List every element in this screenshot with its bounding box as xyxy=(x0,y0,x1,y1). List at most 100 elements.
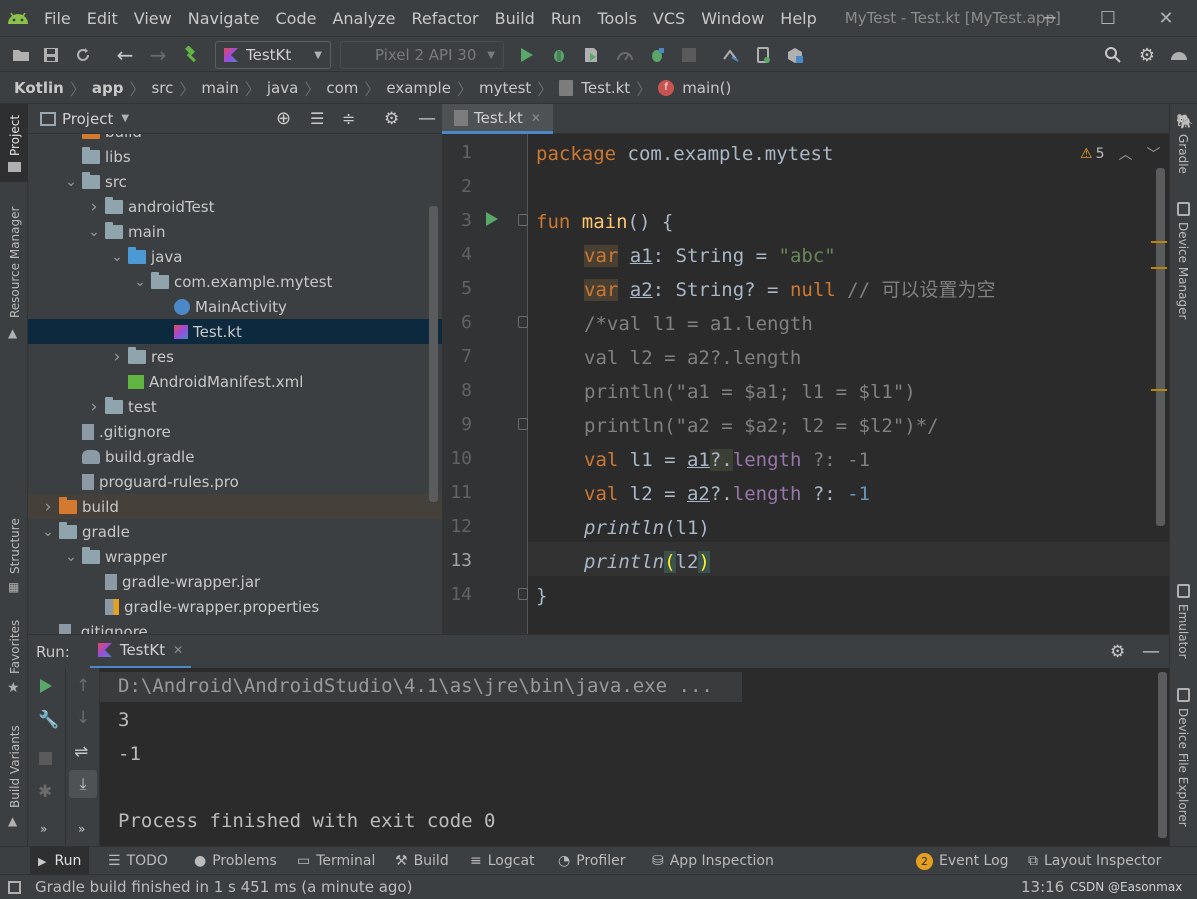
breadcrumb-mytest[interactable]: mytest xyxy=(475,79,535,97)
run-icon[interactable] xyxy=(514,42,540,68)
locate-crosshair-icon[interactable]: ⊕ xyxy=(276,108,291,129)
profile-icon[interactable] xyxy=(612,42,638,68)
search-everywhere-icon[interactable] xyxy=(1100,42,1126,68)
tool-profiler[interactable]: ◔ Profiler xyxy=(558,847,626,875)
tool-run[interactable]: ▶ Run xyxy=(30,847,90,875)
status-message[interactable]: Gradle build finished in 1 s 451 ms (a m… xyxy=(35,878,412,896)
more-icon[interactable]: » xyxy=(40,822,47,836)
tool-label-favorites[interactable]: Favorites xyxy=(8,620,22,674)
project-view-label[interactable]: Project xyxy=(62,110,113,128)
project-tool-tab[interactable]: Project xyxy=(0,104,28,182)
tree-row-build-gradle[interactable]: build.gradle xyxy=(28,444,442,469)
caret-position[interactable]: 13:16 xyxy=(1021,878,1064,896)
menu-help[interactable]: Help xyxy=(772,9,824,28)
tree-row-build[interactable]: › build xyxy=(28,494,442,519)
tree-row-build[interactable]: build xyxy=(28,134,442,144)
tool-label-build-variants[interactable]: Build Variants xyxy=(8,725,22,808)
stop-icon[interactable] xyxy=(39,752,52,765)
project-tree-scrollbar[interactable] xyxy=(429,206,438,502)
breadcrumb-java[interactable]: java xyxy=(263,79,302,97)
arrow-down-icon[interactable]: ↓ xyxy=(76,708,90,728)
menu-navigate[interactable]: Navigate xyxy=(180,9,268,28)
breadcrumb-com[interactable]: com xyxy=(322,79,362,97)
device-mirror-icon[interactable] xyxy=(750,42,776,68)
chevron-down-icon[interactable]: ⌄ xyxy=(63,174,79,190)
tool-label-device-file-explorer[interactable]: Device File Explorer xyxy=(1176,708,1190,827)
collapse-all-icon[interactable]: ≑ xyxy=(342,109,355,128)
tree-row-mainactivity[interactable]: MainActivity xyxy=(28,294,442,319)
hide-panel-icon[interactable]: — xyxy=(1142,641,1160,662)
tool-event-log[interactable]: 2 Event Log xyxy=(916,847,1009,875)
debug-bug-icon[interactable] xyxy=(546,42,572,68)
tool-label-emulator[interactable]: Emulator xyxy=(1176,604,1190,659)
close-window-button[interactable]: ✕ xyxy=(1137,0,1195,36)
more-icon[interactable]: » xyxy=(78,822,85,836)
tree-row-gitignore[interactable]: .gitignore xyxy=(28,619,442,634)
sdk-manager-icon[interactable] xyxy=(782,42,808,68)
tree-row-gradle-wrapper-jar[interactable]: gradle-wrapper.jar xyxy=(28,569,442,594)
fold-icon[interactable] xyxy=(518,418,528,430)
chevron-down-icon[interactable]: ⌄ xyxy=(40,524,56,540)
code-editor[interactable]: package com.example.mytest fun main() { … xyxy=(528,134,1169,634)
inspection-widget[interactable]: ⚠ 5 ︿ ﹀ xyxy=(1080,144,1160,164)
menu-analyze[interactable]: Analyze xyxy=(324,9,403,28)
tree-row-main[interactable]: ⌄ main xyxy=(28,219,442,244)
chevron-down-icon[interactable]: ⌄ xyxy=(132,274,148,290)
tree-row-src[interactable]: ⌄ src xyxy=(28,169,442,194)
maximize-button[interactable]: ☐ xyxy=(1079,0,1137,36)
breadcrumb-kotlin[interactable]: Kotlin xyxy=(10,79,68,97)
tool-label-gradle[interactable]: Gradle xyxy=(1176,134,1190,174)
breadcrumb-src[interactable]: src xyxy=(147,79,177,97)
tool-todo[interactable]: ☰ TODO xyxy=(108,847,168,875)
tool-app-inspection[interactable]: ⛁ App Inspection xyxy=(652,847,774,875)
breadcrumb-example[interactable]: example xyxy=(382,79,455,97)
tool-build[interactable]: ⚒ Build xyxy=(395,847,449,875)
android-logo-icon[interactable] xyxy=(1166,42,1192,68)
device-combo[interactable]: Pixel 2 API 30 ▼ xyxy=(340,41,504,69)
chevron-right-icon[interactable]: › xyxy=(109,347,125,367)
minimize-button[interactable]: ─ xyxy=(1021,0,1079,36)
tool-problems[interactable]: ● Problems xyxy=(194,847,277,875)
chevron-right-icon[interactable]: › xyxy=(86,397,102,417)
tool-logcat[interactable]: ≡ Logcat xyxy=(470,847,535,875)
menu-tools[interactable]: Tools xyxy=(590,9,645,28)
expand-all-icon[interactable]: ☰ xyxy=(310,109,324,128)
settings-gear-icon[interactable]: ⚙ xyxy=(1110,642,1125,662)
menu-file[interactable]: File xyxy=(36,9,79,28)
tree-row-gradle[interactable]: ⌄ gradle xyxy=(28,519,442,544)
tree-row-wrapper[interactable]: ⌄ wrapper xyxy=(28,544,442,569)
menu-run[interactable]: Run xyxy=(543,9,590,28)
tree-row-proguard-rules-pro[interactable]: proguard-rules.pro xyxy=(28,469,442,494)
back-arrow-icon[interactable]: ← xyxy=(112,42,138,68)
hide-panel-icon[interactable]: — xyxy=(418,108,436,129)
settings-gear-icon[interactable]: ⚙ xyxy=(1134,42,1160,68)
close-icon[interactable]: ✕ xyxy=(173,643,183,657)
coverage-icon[interactable] xyxy=(578,42,604,68)
make-project-hammer-icon[interactable] xyxy=(178,42,204,68)
tab-run-testkt[interactable]: TestKt ✕ xyxy=(89,634,192,669)
toggle-tool-windows-icon[interactable] xyxy=(8,880,21,894)
menu-view[interactable]: View xyxy=(126,9,180,28)
apply-changes-icon[interactable] xyxy=(718,42,744,68)
editor-scrollbar[interactable] xyxy=(1156,168,1165,526)
tree-row-gitignore[interactable]: .gitignore xyxy=(28,419,442,444)
run-console[interactable]: D:\Android\AndroidStudio\4.1\as\jre\bin\… xyxy=(100,668,1169,846)
tree-row-test[interactable]: › test xyxy=(28,394,442,419)
sync-icon[interactable] xyxy=(70,42,96,68)
tree-row-com-example-mytest[interactable]: ⌄ com.example.mytest xyxy=(28,269,442,294)
fold-icon[interactable] xyxy=(518,316,528,328)
debug-bug-icon[interactable]: ✱ xyxy=(38,782,52,802)
run-config-combo[interactable]: TestKt ▼ xyxy=(215,41,331,69)
chevron-right-icon[interactable]: › xyxy=(40,497,56,517)
chevron-right-icon[interactable]: › xyxy=(86,197,102,217)
chevron-up-icon[interactable]: ︿ xyxy=(1118,144,1132,164)
tree-row-androidtest[interactable]: › androidTest xyxy=(28,194,442,219)
breadcrumb-function[interactable]: main() xyxy=(678,79,735,97)
breadcrumb-main[interactable]: main xyxy=(197,79,242,97)
chevron-down-icon[interactable]: ⌄ xyxy=(109,249,125,265)
chevron-down-icon[interactable]: ﹀ xyxy=(1146,144,1160,164)
attach-debugger-icon[interactable] xyxy=(644,42,670,68)
open-folder-icon[interactable] xyxy=(8,42,34,68)
console-scrollbar[interactable] xyxy=(1158,672,1167,838)
tab-test-kt[interactable]: Test.kt ✕ xyxy=(442,104,553,134)
